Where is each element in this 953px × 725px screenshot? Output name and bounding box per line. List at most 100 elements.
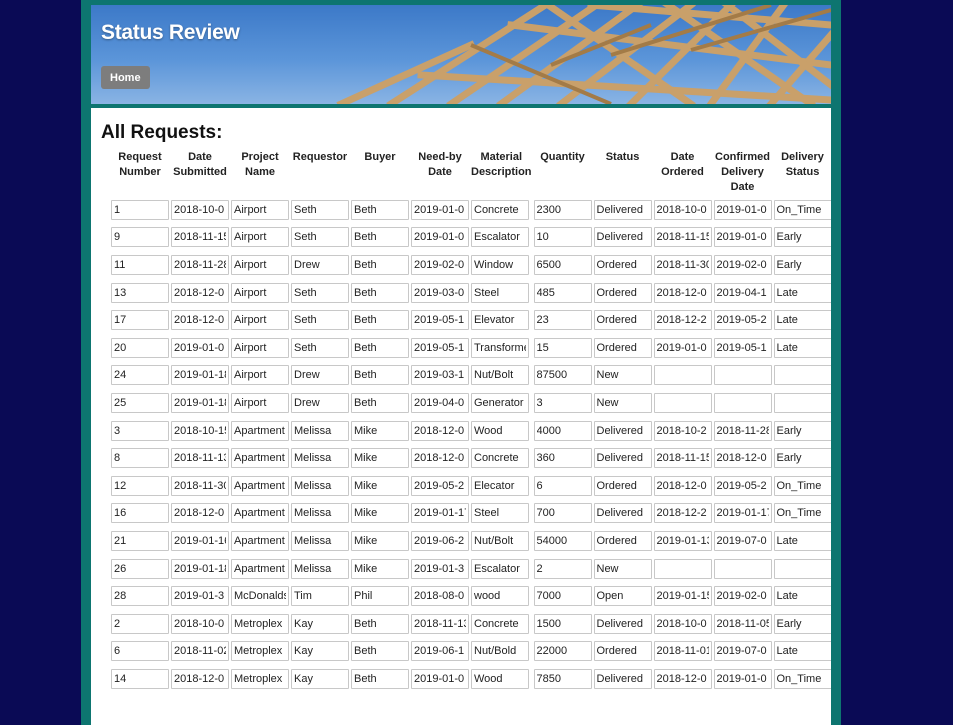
cell-input[interactable]: [713, 558, 772, 579]
cell-input[interactable]: [291, 448, 349, 469]
cell-input[interactable]: [171, 365, 229, 386]
cell-input[interactable]: [773, 558, 831, 579]
cell-input[interactable]: [231, 365, 289, 386]
cell-input[interactable]: [231, 227, 289, 248]
cell-input[interactable]: [593, 530, 652, 551]
cell-input[interactable]: [471, 448, 529, 469]
cell-input[interactable]: [171, 227, 229, 248]
cell-input[interactable]: [593, 254, 652, 275]
cell-input[interactable]: [773, 586, 831, 607]
cell-input[interactable]: [171, 641, 229, 662]
cell-input[interactable]: [773, 475, 831, 496]
cell-input[interactable]: [231, 586, 289, 607]
cell-input[interactable]: [171, 392, 229, 413]
cell-input[interactable]: [713, 586, 772, 607]
cell-input[interactable]: [171, 475, 229, 496]
cell-input[interactable]: [171, 530, 229, 551]
cell-input[interactable]: [351, 420, 409, 441]
cell-input[interactable]: [171, 503, 229, 524]
cell-input[interactable]: [351, 558, 409, 579]
cell-input[interactable]: [533, 420, 592, 441]
cell-input[interactable]: [231, 613, 289, 634]
cell-input[interactable]: [291, 199, 349, 220]
cell-input[interactable]: [411, 227, 469, 248]
cell-input[interactable]: [231, 641, 289, 662]
cell-input[interactable]: [231, 310, 289, 331]
cell-input[interactable]: [111, 530, 169, 551]
cell-input[interactable]: [351, 337, 409, 358]
cell-input[interactable]: [411, 475, 469, 496]
cell-input[interactable]: [411, 448, 469, 469]
cell-input[interactable]: [773, 530, 831, 551]
cell-input[interactable]: [773, 199, 831, 220]
cell-input[interactable]: [593, 392, 652, 413]
cell-input[interactable]: [231, 668, 289, 689]
cell-input[interactable]: [351, 668, 409, 689]
cell-input[interactable]: [171, 448, 229, 469]
cell-input[interactable]: [533, 586, 592, 607]
cell-input[interactable]: [111, 586, 169, 607]
cell-input[interactable]: [773, 227, 831, 248]
cell-input[interactable]: [171, 420, 229, 441]
cell-input[interactable]: [471, 392, 529, 413]
cell-input[interactable]: [291, 503, 349, 524]
cell-input[interactable]: [171, 337, 229, 358]
cell-input[interactable]: [111, 641, 169, 662]
cell-input[interactable]: [593, 199, 652, 220]
cell-input[interactable]: [111, 199, 169, 220]
cell-input[interactable]: [593, 668, 652, 689]
cell-input[interactable]: [291, 365, 349, 386]
cell-input[interactable]: [533, 613, 592, 634]
cell-input[interactable]: [471, 199, 529, 220]
cell-input[interactable]: [291, 668, 349, 689]
cell-input[interactable]: [111, 310, 169, 331]
cell-input[interactable]: [471, 613, 529, 634]
cell-input[interactable]: [291, 641, 349, 662]
cell-input[interactable]: [291, 282, 349, 303]
cell-input[interactable]: [111, 420, 169, 441]
cell-input[interactable]: [291, 530, 349, 551]
cell-input[interactable]: [351, 227, 409, 248]
cell-input[interactable]: [111, 337, 169, 358]
cell-input[interactable]: [411, 365, 469, 386]
cell-input[interactable]: [533, 282, 592, 303]
cell-input[interactable]: [111, 448, 169, 469]
cell-input[interactable]: [351, 586, 409, 607]
cell-input[interactable]: [773, 503, 831, 524]
cell-input[interactable]: [713, 503, 772, 524]
cell-input[interactable]: [533, 227, 592, 248]
cell-input[interactable]: [773, 392, 831, 413]
cell-input[interactable]: [351, 448, 409, 469]
cell-input[interactable]: [111, 282, 169, 303]
cell-input[interactable]: [653, 613, 712, 634]
cell-input[interactable]: [773, 448, 831, 469]
cell-input[interactable]: [231, 475, 289, 496]
cell-input[interactable]: [291, 420, 349, 441]
cell-input[interactable]: [773, 420, 831, 441]
cell-input[interactable]: [111, 392, 169, 413]
cell-input[interactable]: [411, 392, 469, 413]
cell-input[interactable]: [713, 365, 772, 386]
cell-input[interactable]: [471, 530, 529, 551]
cell-input[interactable]: [291, 475, 349, 496]
cell-input[interactable]: [351, 310, 409, 331]
cell-input[interactable]: [653, 475, 712, 496]
cell-input[interactable]: [111, 613, 169, 634]
cell-input[interactable]: [653, 392, 712, 413]
cell-input[interactable]: [351, 503, 409, 524]
cell-input[interactable]: [593, 475, 652, 496]
cell-input[interactable]: [231, 448, 289, 469]
cell-input[interactable]: [471, 310, 529, 331]
cell-input[interactable]: [533, 199, 592, 220]
cell-input[interactable]: [593, 586, 652, 607]
cell-input[interactable]: [653, 420, 712, 441]
cell-input[interactable]: [653, 199, 712, 220]
cell-input[interactable]: [171, 586, 229, 607]
cell-input[interactable]: [411, 282, 469, 303]
cell-input[interactable]: [713, 254, 772, 275]
cell-input[interactable]: [111, 227, 169, 248]
cell-input[interactable]: [351, 641, 409, 662]
cell-input[interactable]: [593, 420, 652, 441]
cell-input[interactable]: [653, 337, 712, 358]
cell-input[interactable]: [171, 282, 229, 303]
